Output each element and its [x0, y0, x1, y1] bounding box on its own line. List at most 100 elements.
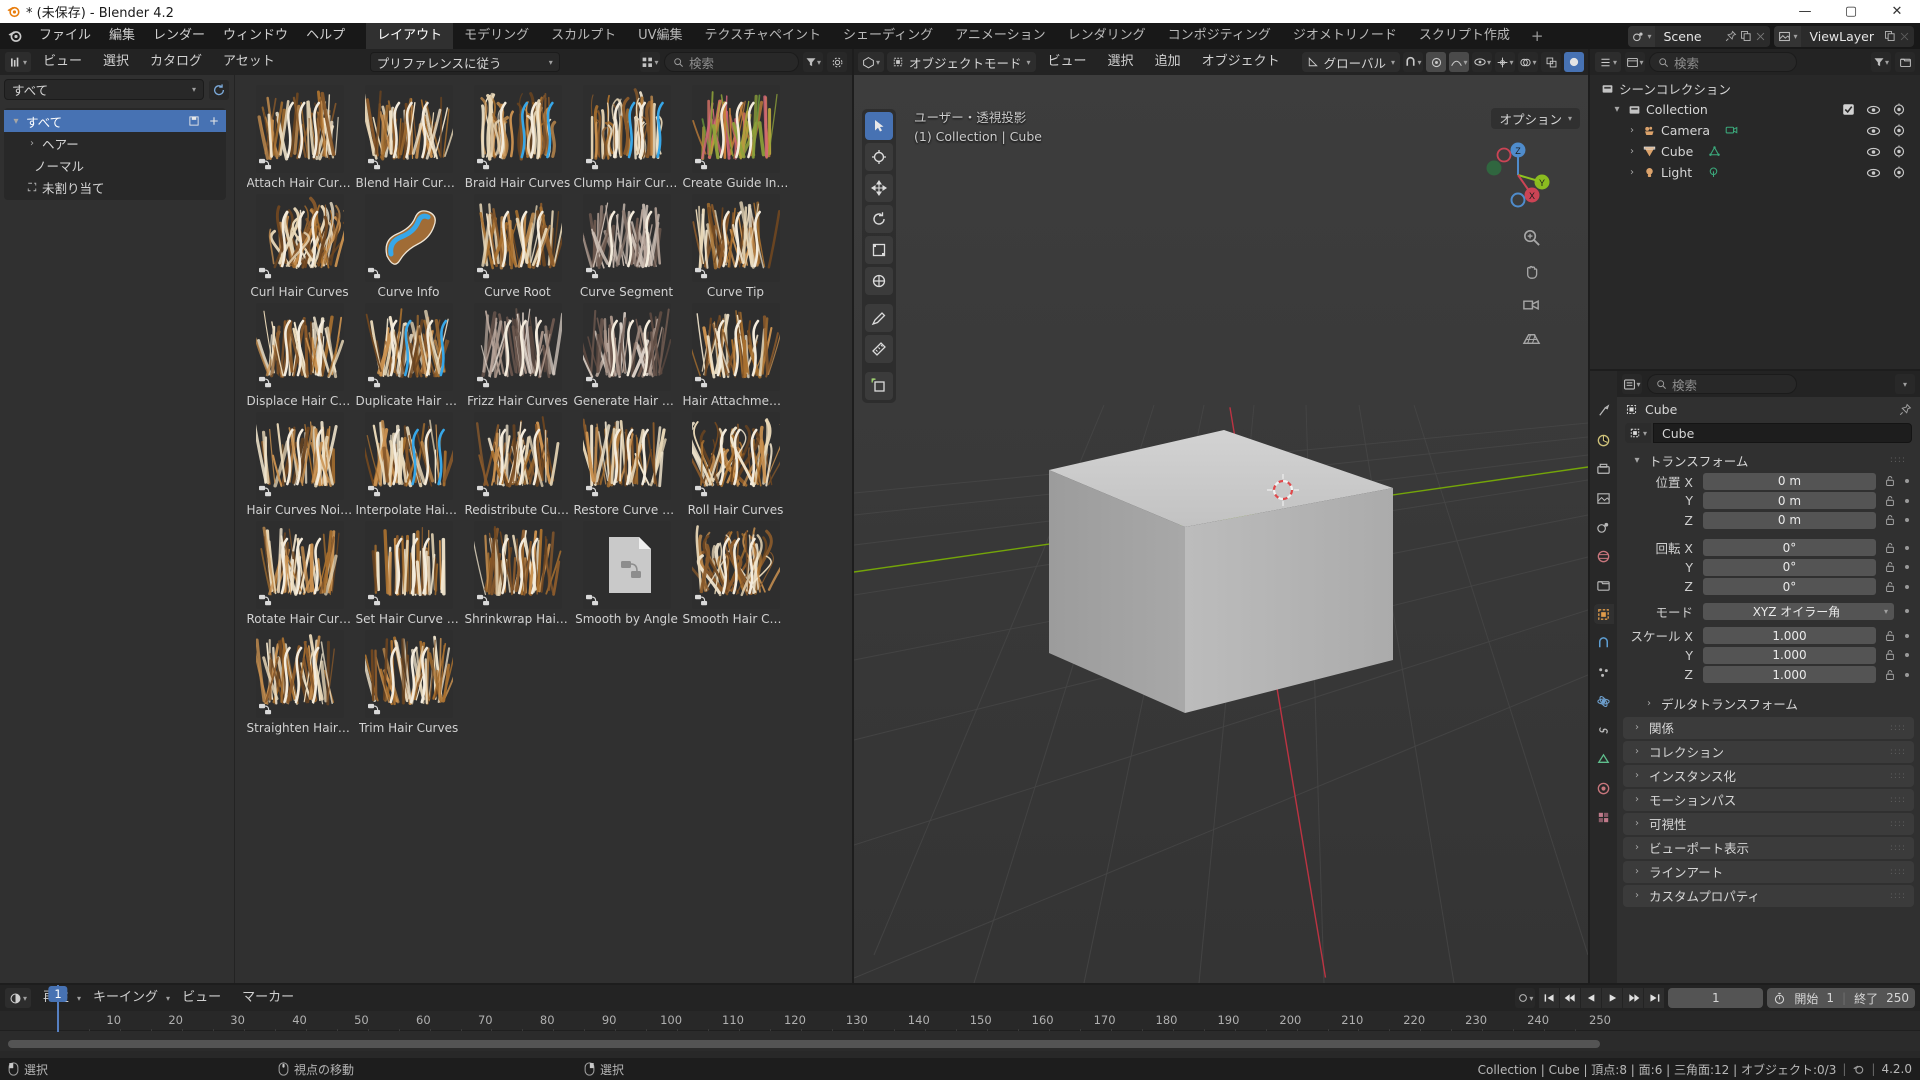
output-properties-tab[interactable] — [1594, 459, 1614, 479]
catalog-item-normal[interactable]: ノーマル — [4, 154, 226, 176]
asset-item[interactable]: Rotate Hair Curves — [246, 521, 353, 626]
tab-sculpting[interactable]: スカルプト — [540, 23, 627, 49]
chevron-right-icon[interactable]: › — [1631, 842, 1643, 853]
viewlayer-selector[interactable]: ▾ ViewLayer — [1774, 25, 1914, 47]
chevron-right-icon[interactable]: › — [26, 138, 38, 149]
frame-start-value[interactable]: 1 — [1826, 991, 1834, 1005]
rotate-tool[interactable] — [865, 205, 893, 233]
asset-thumbnail[interactable] — [582, 85, 671, 173]
asset-item[interactable]: Curve Tip — [682, 194, 789, 299]
panel-関係[interactable]: › 関係:::: — [1623, 716, 1914, 739]
timeline-ruler[interactable]: 10 20 30 40 50 60 70 80 90 100 110 120 130 140 150 160 1… — [0, 1011, 1920, 1033]
particle-properties-tab[interactable] — [1594, 662, 1614, 682]
panel-ラインアート[interactable]: › ラインアート:::: — [1623, 860, 1914, 883]
asset-item[interactable]: Curve Info — [355, 194, 462, 299]
viewport-overlays-toggle-icon[interactable]: ▾ — [1518, 52, 1538, 72]
asset-item[interactable]: Clump Hair Curves — [573, 85, 680, 190]
lock-icon[interactable] — [1884, 649, 1896, 661]
transform-tool[interactable] — [865, 267, 893, 295]
material-properties-tab[interactable] — [1594, 778, 1614, 798]
scene-name[interactable]: Scene — [1655, 29, 1725, 44]
tab-texture-paint[interactable]: テクスチャペイント — [694, 23, 832, 49]
zoom-icon[interactable] — [1519, 225, 1543, 249]
render-visibility-icon[interactable] — [1892, 124, 1906, 137]
chevron-right-icon[interactable]: › — [1631, 818, 1643, 829]
asset-thumbnail[interactable] — [473, 303, 562, 391]
animate-property-icon[interactable] — [1902, 515, 1912, 525]
outliner-search-input[interactable]: 検索 — [1649, 52, 1797, 72]
tab-uv-editing[interactable]: UV編集 — [627, 23, 693, 49]
select-box-tool[interactable] — [865, 112, 893, 140]
add-cube-tool[interactable] — [865, 372, 893, 400]
asset-thumbnail[interactable] — [255, 630, 344, 718]
asset-thumbnail[interactable] — [691, 303, 780, 391]
asset-item[interactable]: Set Hair Curve Pr... — [355, 521, 462, 626]
asset-thumbnail[interactable] — [582, 303, 671, 391]
chevron-down-icon[interactable]: ▾ — [10, 116, 22, 127]
asset-thumbnail[interactable] — [364, 85, 453, 173]
asset-thumbnail[interactable] — [255, 85, 344, 173]
snap-magnet-icon[interactable]: ▾ — [1403, 52, 1423, 72]
object-name-value[interactable]: Cube — [1653, 423, 1912, 443]
asset-item[interactable]: Frizz Hair Curves — [464, 303, 571, 408]
lock-icon[interactable] — [1884, 475, 1896, 487]
proportional-falloff-icon[interactable]: ▾ — [1449, 52, 1469, 72]
asset-item[interactable]: Smooth Hair Cur... — [682, 521, 789, 626]
chevron-right-icon[interactable]: › — [1631, 890, 1643, 901]
camera-view-icon[interactable] — [1519, 293, 1543, 317]
visibility-eye-icon[interactable] — [1866, 125, 1881, 137]
asset-item[interactable]: Generate Hair Cu... — [573, 303, 680, 408]
asset-item[interactable]: Braid Hair Curves — [464, 85, 571, 190]
filter-icon[interactable]: ▾ — [803, 52, 823, 72]
scale-y-field[interactable]: 1.000 — [1703, 646, 1876, 664]
xray-toggle-icon[interactable] — [1541, 52, 1561, 72]
lock-icon[interactable] — [1884, 630, 1896, 642]
viewport-3d-scene[interactable] — [854, 75, 1588, 983]
world-properties-tab[interactable] — [1594, 546, 1614, 566]
chevron-right-icon[interactable]: › — [1631, 722, 1643, 733]
asset-menu-select[interactable]: 選択 — [94, 51, 138, 73]
panel-デルタトランスフォーム[interactable]: › デルタトランスフォーム — [1623, 693, 1914, 715]
chevron-right-icon[interactable]: › — [1631, 746, 1643, 757]
add-workspace-button[interactable]: + — [1521, 23, 1554, 49]
asset-item[interactable]: Trim Hair Curves — [355, 630, 462, 735]
rotation-x-field[interactable]: 0° — [1703, 539, 1876, 556]
animate-property-icon[interactable] — [1902, 670, 1912, 680]
chevron-right-icon[interactable]: › — [1631, 770, 1643, 781]
asset-thumbnail[interactable] — [691, 194, 780, 282]
display-mode-icon[interactable]: ▾ — [640, 52, 660, 72]
chevron-right-icon[interactable]: › — [1626, 167, 1638, 178]
transform-orientation-dropdown[interactable]: グローバル ▾ — [1301, 52, 1400, 72]
location-z-field[interactable]: 0 m — [1703, 511, 1876, 529]
animate-property-icon[interactable] — [1902, 476, 1912, 486]
asset-thumbnail[interactable] — [691, 85, 780, 173]
asset-thumbnail[interactable] — [364, 303, 453, 391]
tab-layout[interactable]: レイアウト — [366, 23, 454, 49]
editor-type-timeline-icon[interactable]: ▾ — [5, 988, 31, 1008]
outliner-new-collection-icon[interactable] — [1895, 52, 1915, 72]
physics-properties-tab[interactable] — [1594, 691, 1614, 711]
asset-item[interactable]: Hair Attachment ... — [682, 303, 789, 408]
catalog-item-all[interactable]: ▾ すべて — [4, 110, 226, 132]
viewport-menu-add[interactable]: 追加 — [1146, 51, 1190, 73]
panel-カスタムプロパティ[interactable]: › カスタムプロパティ:::: — [1623, 884, 1914, 907]
light-data-icon[interactable] — [1707, 166, 1720, 179]
asset-thumbnail[interactable] — [691, 521, 780, 609]
mesh-data-icon[interactable] — [1708, 145, 1721, 158]
scene-properties-tab[interactable] — [1594, 517, 1614, 537]
asset-item[interactable]: Restore Curve Se... — [573, 412, 680, 517]
scale-tool[interactable] — [865, 236, 893, 264]
asset-item[interactable]: Straighten Hair C... — [246, 630, 353, 735]
shading-solid-icon[interactable] — [1564, 52, 1584, 72]
viewport-menu-view[interactable]: ビュー — [1039, 51, 1096, 73]
collection-properties-tab[interactable] — [1594, 575, 1614, 595]
asset-item[interactable]: Curve Segment — [573, 194, 680, 299]
properties-editor-type-icon[interactable]: ▾ — [1622, 374, 1642, 394]
animate-property-icon[interactable] — [1902, 543, 1912, 553]
jump-to-end-button[interactable] — [1644, 988, 1665, 1008]
current-frame-field[interactable]: 1 — [1668, 988, 1764, 1008]
menu-window[interactable]: ウィンドウ — [214, 25, 297, 47]
outliner-row[interactable]: ▾ Collection — [1590, 99, 1920, 120]
outliner-row[interactable]: › Cube — [1590, 141, 1920, 162]
editor-type-outliner-icon[interactable]: ▾ — [1595, 52, 1621, 72]
